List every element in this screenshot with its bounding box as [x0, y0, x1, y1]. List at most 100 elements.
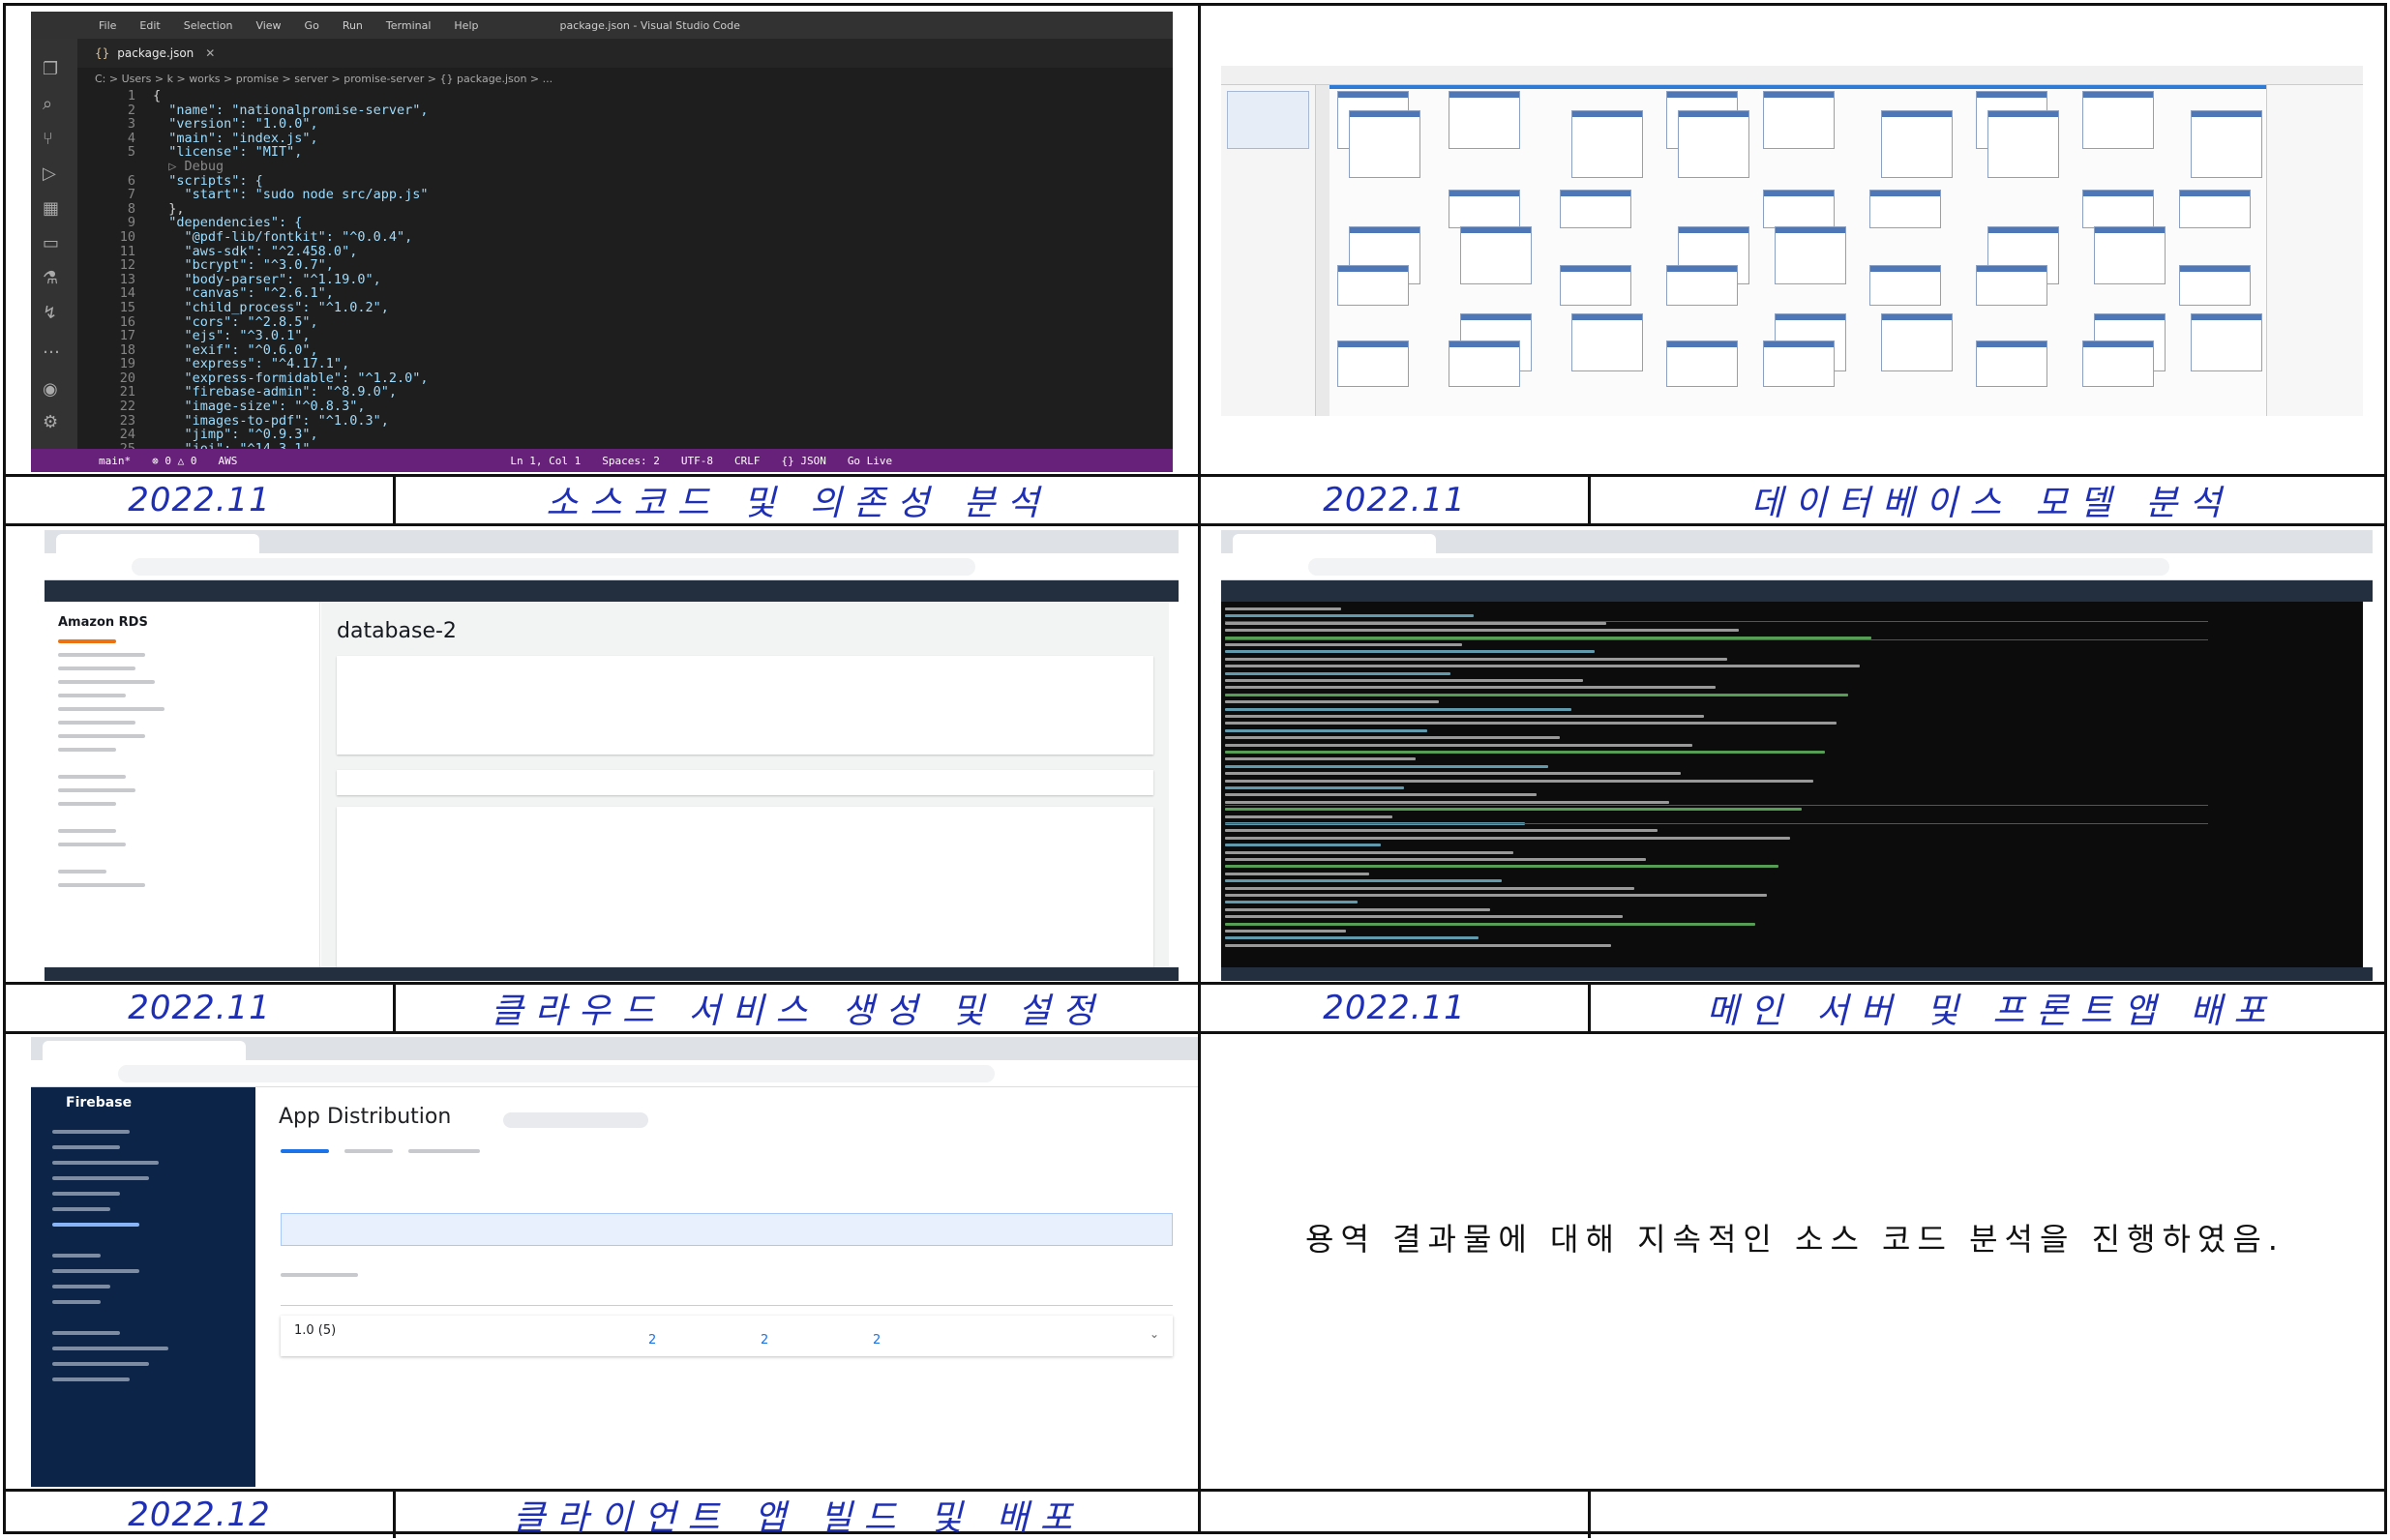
account-icon[interactable]: ◉ — [43, 373, 58, 406]
erd-table[interactable] — [1449, 91, 1520, 149]
erd-table[interactable] — [1869, 265, 1941, 306]
url-field[interactable] — [132, 558, 975, 576]
sidebar-item[interactable] — [52, 1176, 149, 1180]
sidebar-item[interactable] — [58, 870, 106, 874]
sidebar-item[interactable] — [58, 883, 145, 887]
erd-table[interactable] — [2082, 341, 2154, 387]
sidebar-item[interactable] — [58, 802, 116, 806]
erd-table[interactable] — [1460, 226, 1532, 284]
sidebar-item[interactable] — [52, 1331, 120, 1335]
erd-table[interactable] — [2179, 190, 2251, 228]
status-item[interactable]: AWS — [218, 455, 237, 467]
close-icon[interactable]: ✕ — [205, 46, 215, 60]
breadcrumb[interactable]: C: > Users > k > works > promise > serve… — [77, 68, 1173, 89]
erd-table[interactable] — [2191, 110, 2262, 178]
chevron-down-icon[interactable]: ⌄ — [1150, 1327, 1159, 1341]
erd-table[interactable] — [2191, 313, 2262, 371]
erd-table[interactable] — [2082, 91, 2154, 149]
status-item[interactable]: Go Live — [848, 455, 892, 467]
erd-table[interactable] — [1666, 341, 1738, 387]
source-control-icon[interactable]: ⑂ — [43, 122, 66, 157]
sidebar-item[interactable] — [58, 829, 116, 833]
sidebar-item[interactable] — [52, 1161, 159, 1165]
erd-table[interactable] — [2094, 226, 2166, 284]
gear-icon[interactable]: ⚙ — [43, 406, 58, 439]
browser-tab[interactable] — [56, 534, 259, 553]
more-icon[interactable]: … — [43, 331, 66, 366]
sidebar-item[interactable] — [52, 1347, 168, 1350]
sidebar-item[interactable] — [58, 707, 164, 711]
test-icon[interactable]: ⚗ — [43, 261, 66, 296]
erd-table[interactable] — [1763, 190, 1835, 228]
erd-table[interactable] — [1678, 110, 1749, 178]
sidebar-item[interactable] — [58, 721, 135, 725]
sidebar-item[interactable] — [52, 1207, 110, 1211]
sidebar-item[interactable] — [52, 1362, 149, 1366]
remote-icon[interactable]: ▭ — [43, 226, 66, 261]
url-field[interactable] — [1308, 558, 2169, 576]
sidebar-item[interactable] — [58, 666, 135, 670]
menu-item[interactable]: Selection — [184, 19, 233, 32]
menu-item[interactable]: File — [99, 19, 116, 32]
sidebar-item[interactable] — [58, 734, 145, 738]
erd-table[interactable] — [1349, 110, 1420, 178]
erd-table[interactable] — [1449, 341, 1520, 387]
sidebar-item[interactable] — [52, 1285, 110, 1288]
sidebar-item[interactable] — [52, 1254, 101, 1258]
erd-table[interactable] — [1987, 110, 2059, 178]
extensions-icon[interactable]: ▦ — [43, 192, 66, 226]
browser-tab[interactable] — [43, 1041, 246, 1060]
erd-table[interactable] — [1571, 110, 1643, 178]
sidebar-item[interactable] — [58, 843, 126, 846]
explorer-icon[interactable]: ❐ — [43, 52, 66, 87]
erd-table[interactable] — [1560, 190, 1631, 228]
sidebar-item[interactable] — [52, 1223, 139, 1227]
erd-table[interactable] — [1763, 91, 1835, 149]
sidebar-item[interactable] — [52, 1130, 130, 1134]
status-item[interactable]: ⊗ 0 △ 0 — [152, 455, 196, 467]
erd-table[interactable] — [1881, 110, 1953, 178]
menu-item[interactable]: Run — [343, 19, 363, 32]
erd-table[interactable] — [1869, 190, 1941, 228]
status-item[interactable]: UTF-8 — [681, 455, 713, 467]
editor-tab[interactable]: {} package.json ✕ — [77, 39, 1173, 68]
erd-table[interactable] — [1976, 265, 2047, 306]
erd-table[interactable] — [1337, 265, 1409, 306]
sidebar-item[interactable] — [58, 680, 155, 684]
run-debug-icon[interactable]: ▷ — [43, 157, 66, 192]
sidebar-item[interactable] — [52, 1377, 130, 1381]
menu-item[interactable]: Help — [454, 19, 478, 32]
erd-table[interactable] — [1763, 341, 1835, 387]
erd-table[interactable] — [2082, 190, 2154, 228]
menu-item[interactable]: Terminal — [386, 19, 432, 32]
search-input[interactable] — [281, 1290, 1173, 1306]
menu-item[interactable]: Edit — [139, 19, 160, 32]
status-item[interactable]: Ln 1, Col 1 — [510, 455, 581, 467]
erd-table[interactable] — [1571, 313, 1643, 371]
erd-table[interactable] — [1881, 313, 1953, 371]
status-item[interactable]: {} JSON — [781, 455, 825, 467]
app-selector[interactable] — [503, 1112, 648, 1128]
sidebar-item[interactable] — [52, 1269, 139, 1273]
status-item[interactable]: Spaces: 2 — [602, 455, 660, 467]
erd-table[interactable] — [1560, 265, 1631, 306]
erd-table[interactable] — [1976, 341, 2047, 387]
menu-item[interactable]: Go — [305, 19, 319, 32]
live-share-icon[interactable]: ↯ — [43, 296, 66, 331]
sidebar-item[interactable] — [58, 748, 116, 752]
sidebar-item[interactable] — [58, 788, 135, 792]
sidebar-item[interactable] — [58, 775, 126, 779]
sidebar-item[interactable] — [52, 1145, 120, 1149]
erd-table[interactable] — [1449, 190, 1520, 228]
erd-table[interactable] — [1666, 265, 1738, 306]
code-editor[interactable]: 1{2 "name": "nationalpromise-server", 3 "… — [77, 89, 1173, 472]
menu-item[interactable]: View — [255, 19, 281, 32]
sidebar-item[interactable] — [58, 694, 126, 697]
erd-table[interactable] — [1775, 226, 1846, 284]
status-item[interactable]: CRLF — [734, 455, 761, 467]
erd-table[interactable] — [2179, 265, 2251, 306]
sidebar-item[interactable] — [58, 639, 116, 643]
url-field[interactable] — [118, 1065, 995, 1082]
browser-tab[interactable] — [1233, 534, 1436, 553]
status-item[interactable]: main* — [99, 455, 131, 467]
